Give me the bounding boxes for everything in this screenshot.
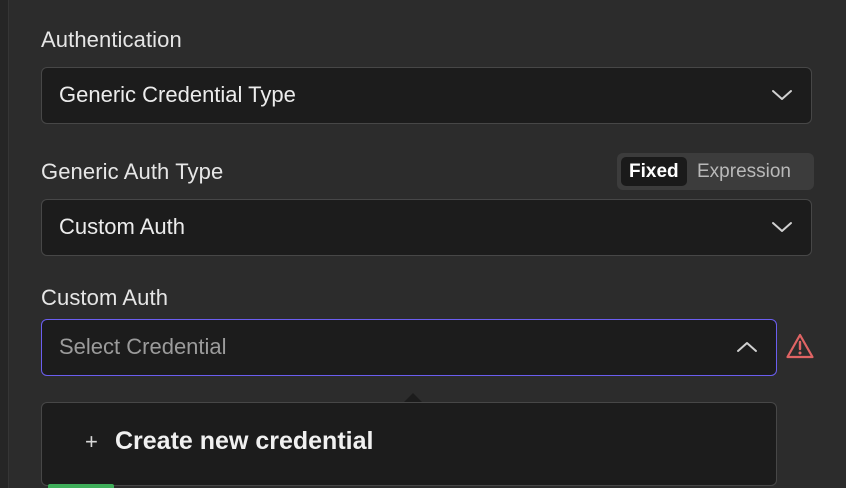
plus-icon: +: [85, 428, 98, 454]
generic-auth-type-select-value: Custom Auth: [59, 214, 185, 239]
select-credential-placeholder: Select Credential: [59, 334, 227, 359]
fixed-expression-toggle: Fixed Expression: [617, 153, 814, 190]
generic-auth-type-label: Generic Auth Type: [41, 159, 224, 184]
custom-auth-label: Custom Auth: [41, 285, 169, 310]
chevron-down-icon: [772, 222, 792, 232]
warning-triangle-icon: [786, 333, 814, 359]
authentication-label: Authentication: [41, 27, 182, 52]
generic-auth-type-select[interactable]: Custom Auth: [41, 199, 812, 256]
node-parameters-panel: Authentication Generic Credential Type G…: [0, 0, 846, 488]
credential-dropdown: + Create new credential: [41, 402, 777, 486]
authentication-select[interactable]: Generic Credential Type: [41, 67, 812, 124]
create-new-credential-label: Create new credential: [115, 427, 374, 455]
create-new-credential-item[interactable]: + Create new credential: [85, 427, 373, 456]
chevron-down-icon: [772, 90, 792, 100]
panel-left-border: [0, 0, 9, 488]
expression-option[interactable]: Expression: [689, 157, 799, 186]
authentication-select-value: Generic Credential Type: [59, 82, 296, 107]
chevron-up-icon: [737, 342, 757, 352]
partially-hidden-green-element: [48, 484, 114, 488]
fixed-option[interactable]: Fixed: [621, 157, 687, 186]
select-credential-input[interactable]: Select Credential: [41, 319, 777, 376]
